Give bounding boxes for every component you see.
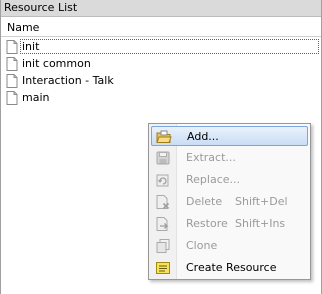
- menu-item-create-resource[interactable]: Create Resource: [151, 258, 308, 278]
- menu-item-label: Add...: [187, 130, 219, 143]
- menu-item-delete[interactable]: Delete Shift+Del: [151, 192, 308, 212]
- menu-item-label: Extract...: [186, 151, 236, 164]
- menu-item-add[interactable]: Add...: [151, 126, 308, 146]
- clone-icon: [156, 239, 170, 253]
- new-resource-icon: [156, 262, 170, 274]
- menu-item-shortcut: Shift+Del: [235, 195, 288, 208]
- document-icon: [6, 39, 18, 54]
- menu-item-replace[interactable]: Replace...: [151, 170, 308, 190]
- document-icon: [6, 90, 18, 105]
- menu-item-label: Delete: [186, 195, 223, 208]
- list-item-label: init common: [22, 56, 91, 70]
- document-icon: [6, 73, 18, 88]
- column-header-name[interactable]: Name: [7, 21, 39, 34]
- menu-item-shortcut: Shift+Ins: [235, 217, 286, 230]
- panel-title: Resource List: [1, 0, 321, 17]
- list-item-label: Interaction - Talk: [22, 73, 114, 87]
- save-icon: [156, 151, 170, 165]
- delete-icon: [156, 195, 170, 210]
- list-item-label: init: [22, 39, 40, 53]
- document-icon: [6, 56, 18, 71]
- menu-item-extract[interactable]: Extract...: [151, 148, 308, 168]
- menu-item-label: Clone: [186, 239, 218, 252]
- menu-item-clone[interactable]: Clone: [151, 236, 308, 256]
- list-item[interactable]: Interaction - Talk: [1, 72, 321, 89]
- menu-item-label: Create Resource: [186, 261, 277, 274]
- list-item[interactable]: main: [1, 89, 321, 106]
- list-item[interactable]: init common: [1, 55, 321, 72]
- folder-open-icon: [156, 130, 172, 143]
- restore-icon: [156, 217, 169, 231]
- menu-item-restore[interactable]: Restore Shift+Ins: [151, 214, 308, 234]
- list-item[interactable]: init: [1, 38, 321, 55]
- replace-icon: [156, 174, 169, 187]
- context-menu: Add... Extract... Replace... Delete Shif…: [148, 123, 311, 280]
- menu-item-label: Restore: [186, 217, 228, 230]
- menu-item-label: Replace...: [186, 173, 241, 186]
- focus-rectangle: [20, 39, 319, 54]
- list-item-label: main: [22, 90, 50, 104]
- resource-list: init init common Interaction - Talk main: [1, 38, 321, 106]
- list-header: Name: [1, 17, 321, 37]
